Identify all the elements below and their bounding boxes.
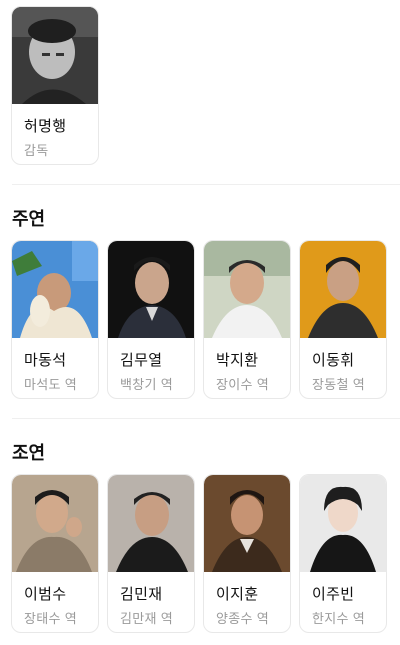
actor-name: 이범수 — [24, 586, 67, 603]
actor-photo — [12, 241, 98, 338]
cast-card[interactable]: 김무열 백창기 역 — [107, 240, 195, 399]
actor-photo — [204, 475, 290, 572]
actor-photo — [12, 475, 98, 572]
actor-name: 이동휘 — [312, 352, 355, 369]
director-name: 허명행 — [24, 118, 67, 135]
section-title-lead: 주연 — [12, 209, 46, 229]
actor-photo — [108, 475, 194, 572]
cast-card[interactable]: 이주빈 한지수 역 — [299, 474, 387, 633]
cast-card[interactable]: 박지환 장이수 역 — [203, 240, 291, 399]
actor-role: 백창기 역 — [120, 377, 173, 392]
actor-name: 김민재 — [120, 586, 163, 603]
actor-photo — [108, 241, 194, 338]
director-role: 감독 — [24, 143, 49, 158]
cast-card[interactable]: 이지훈 양종수 역 — [203, 474, 291, 633]
cast-card[interactable]: 김민재 김만재 역 — [107, 474, 195, 633]
actor-role: 장이수 역 — [216, 377, 269, 392]
cast-card[interactable]: 마동석 마석도 역 — [11, 240, 99, 399]
actor-name: 박지환 — [216, 352, 259, 369]
cast-card[interactable]: 이동휘 장동철 역 — [299, 240, 387, 399]
actor-photo — [300, 475, 386, 572]
actor-role: 양종수 역 — [216, 611, 269, 626]
director-photo — [12, 7, 98, 104]
actor-role: 장동철 역 — [312, 377, 365, 392]
actor-name: 김무열 — [120, 352, 163, 369]
section-divider — [12, 184, 400, 185]
actor-role: 마석도 역 — [24, 377, 77, 392]
actor-photo — [300, 241, 386, 338]
actor-role: 김만재 역 — [120, 611, 173, 626]
director-card[interactable]: 허명행 감독 — [11, 6, 99, 165]
actor-role: 장태수 역 — [24, 611, 77, 626]
section-title-supporting: 조연 — [12, 443, 46, 463]
actor-name: 마동석 — [24, 352, 67, 369]
actor-photo — [204, 241, 290, 338]
cast-card[interactable]: 이범수 장태수 역 — [11, 474, 99, 633]
section-divider — [12, 418, 400, 419]
actor-name: 이주빈 — [312, 586, 355, 603]
actor-name: 이지훈 — [216, 586, 259, 603]
actor-role: 한지수 역 — [312, 611, 365, 626]
